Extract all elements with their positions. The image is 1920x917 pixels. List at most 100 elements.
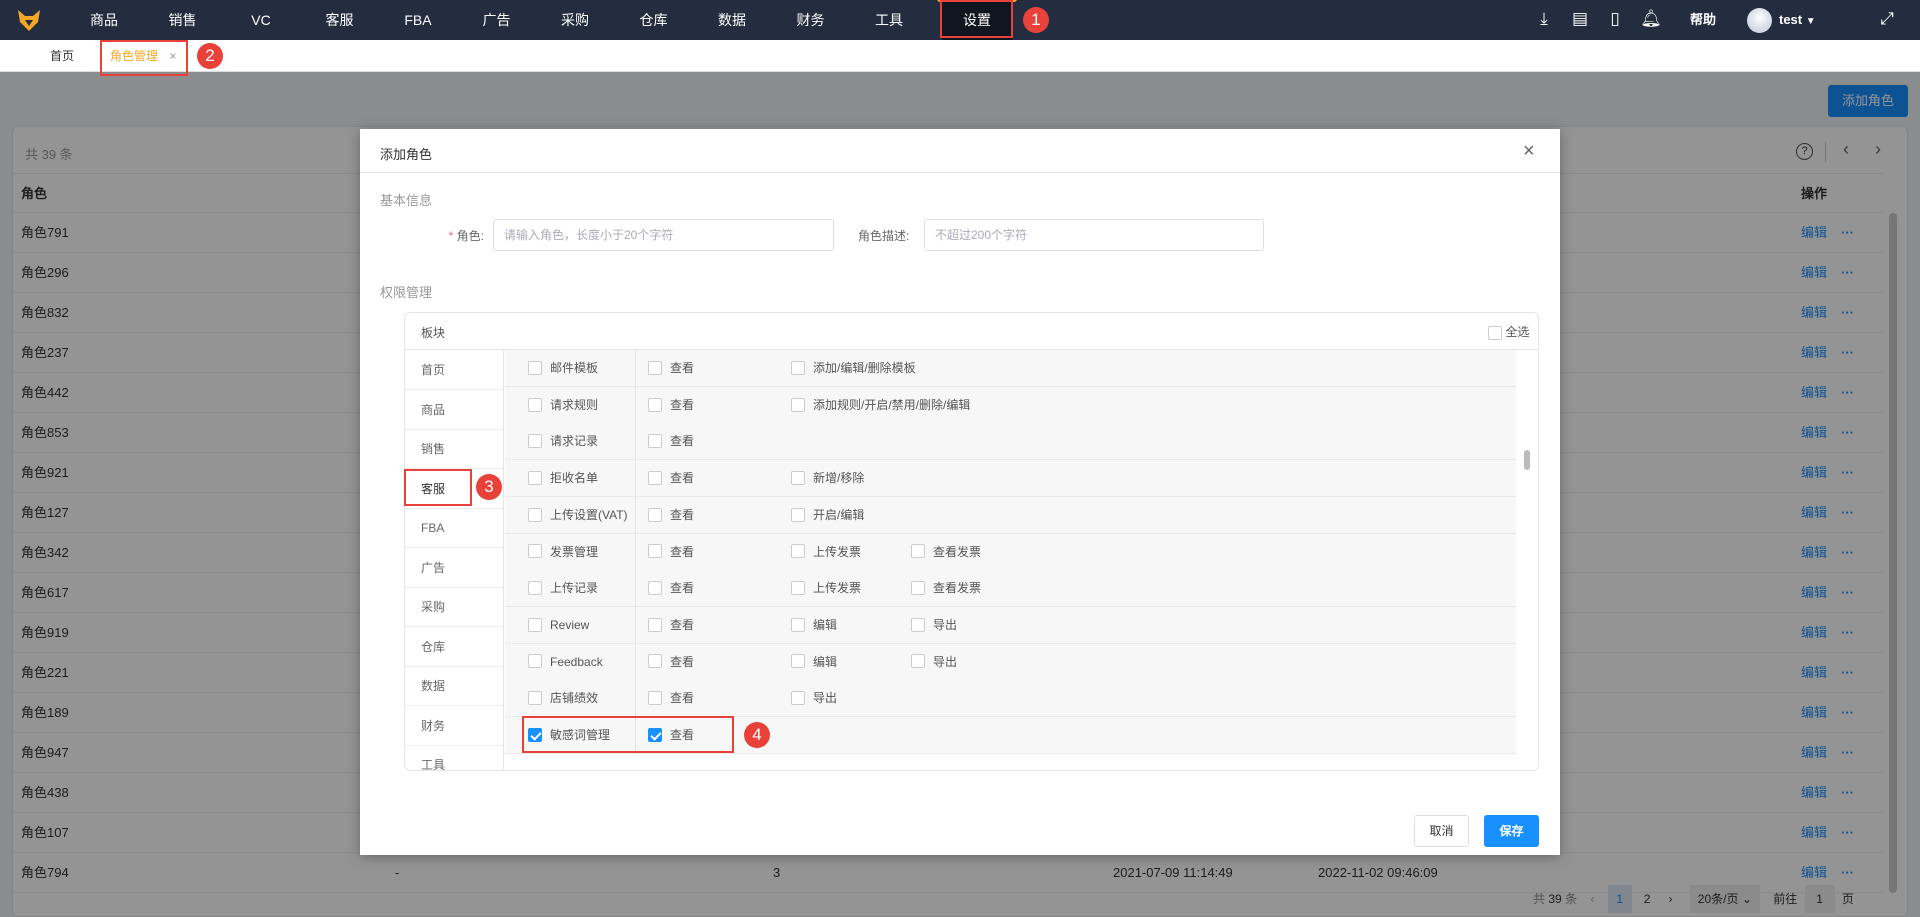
- checkbox[interactable]: [528, 470, 542, 485]
- module-item[interactable]: 首页: [405, 350, 503, 390]
- select-all-checkbox[interactable]: 全选: [1488, 323, 1529, 340]
- permission-op[interactable]: 新增/移除: [791, 460, 864, 497]
- mobile-icon[interactable]: ▯: [1604, 8, 1626, 30]
- help-link[interactable]: 帮助: [1690, 0, 1716, 40]
- module-item[interactable]: 采购: [405, 587, 503, 627]
- permission-item[interactable]: 邮件模板: [528, 350, 598, 387]
- module-item[interactable]: FBA: [405, 508, 503, 548]
- checkbox[interactable]: [648, 397, 662, 412]
- permission-item[interactable]: 店铺绩效: [528, 680, 598, 717]
- permission-scrollbar[interactable]: [1516, 350, 1538, 770]
- checkbox[interactable]: [528, 434, 542, 449]
- checkbox[interactable]: [911, 581, 925, 596]
- fullscreen-icon[interactable]: ⤢: [1876, 8, 1898, 30]
- checkbox[interactable]: [528, 691, 542, 706]
- nav-item[interactable]: 客服: [305, 0, 375, 40]
- permission-item[interactable]: 发票管理: [528, 534, 598, 571]
- permission-item[interactable]: Review: [528, 607, 589, 644]
- checkbox[interactable]: [528, 544, 542, 559]
- permission-item[interactable]: 请求记录: [528, 423, 598, 460]
- permission-item[interactable]: Feedback: [528, 644, 603, 681]
- cancel-button[interactable]: 取消: [1414, 815, 1469, 847]
- nav-item[interactable]: 数据: [697, 0, 767, 40]
- checkbox[interactable]: [791, 581, 805, 596]
- user-menu[interactable]: test ▼: [1779, 0, 1816, 42]
- checkbox[interactable]: [911, 617, 925, 632]
- checkbox[interactable]: [648, 581, 662, 596]
- download-icon[interactable]: ⤓: [1533, 8, 1555, 30]
- scrollbar-thumb[interactable]: [1524, 450, 1530, 470]
- avatar[interactable]: [1747, 8, 1772, 33]
- checkbox[interactable]: [648, 544, 662, 559]
- checkbox[interactable]: [911, 654, 925, 669]
- checkbox[interactable]: [791, 544, 805, 559]
- checkbox[interactable]: [1488, 325, 1502, 340]
- checkbox[interactable]: [791, 654, 805, 669]
- permission-op[interactable]: 编辑: [791, 644, 837, 681]
- permission-op[interactable]: 导出: [911, 644, 957, 681]
- nav-item[interactable]: 销售: [148, 0, 218, 40]
- nav-item[interactable]: 采购: [540, 0, 610, 40]
- checkbox[interactable]: [791, 691, 805, 706]
- checkbox[interactable]: [791, 617, 805, 632]
- nav-item[interactable]: VC: [226, 0, 296, 40]
- permission-op[interactable]: 查看发票: [911, 570, 981, 607]
- permission-op[interactable]: 查看: [648, 387, 694, 424]
- save-button[interactable]: 保存: [1484, 815, 1539, 847]
- checkbox[interactable]: [528, 581, 542, 596]
- permission-op[interactable]: 编辑: [791, 607, 837, 644]
- checkbox[interactable]: [648, 360, 662, 375]
- permission-op[interactable]: 查看发票: [911, 534, 981, 571]
- permission-op[interactable]: 上传发票: [791, 534, 861, 571]
- permission-item[interactable]: 拒收名单: [528, 460, 598, 497]
- permission-item[interactable]: 上传记录: [528, 570, 598, 607]
- logo-icon[interactable]: [16, 7, 42, 33]
- permission-op[interactable]: 查看: [648, 423, 694, 460]
- permission-op[interactable]: 添加/编辑/删除模板: [791, 350, 916, 387]
- nav-item[interactable]: 工具: [854, 0, 924, 40]
- task-list-icon[interactable]: ▤: [1569, 8, 1591, 30]
- permission-op[interactable]: 查看: [648, 534, 694, 571]
- checkbox[interactable]: [791, 470, 805, 485]
- close-icon[interactable]: ×: [1523, 140, 1535, 163]
- permission-op[interactable]: 查看: [648, 570, 694, 607]
- permission-item[interactable]: 上传设置(VAT): [528, 497, 628, 534]
- permission-op[interactable]: 查看: [648, 644, 694, 681]
- nav-item[interactable]: 仓库: [619, 0, 689, 40]
- checkbox[interactable]: [528, 617, 542, 632]
- permission-op[interactable]: 查看: [648, 460, 694, 497]
- checkbox[interactable]: [528, 507, 542, 522]
- checkbox[interactable]: [911, 544, 925, 559]
- permission-op[interactable]: 导出: [791, 680, 837, 717]
- permission-op[interactable]: 添加规则/开启/禁用/删除/编辑: [791, 387, 970, 424]
- nav-item[interactable]: 广告: [462, 0, 532, 40]
- nav-item[interactable]: 财务: [776, 0, 846, 40]
- checkbox[interactable]: [791, 397, 805, 412]
- checkbox[interactable]: [648, 654, 662, 669]
- module-item[interactable]: 广告: [405, 548, 503, 588]
- module-item[interactable]: 销售: [405, 429, 503, 469]
- permission-op[interactable]: 查看: [648, 607, 694, 644]
- module-item[interactable]: 仓库: [405, 627, 503, 667]
- permission-op[interactable]: 查看: [648, 497, 694, 534]
- role-input[interactable]: [493, 219, 834, 251]
- checkbox[interactable]: [648, 434, 662, 449]
- checkbox[interactable]: [648, 507, 662, 522]
- checkbox[interactable]: [648, 470, 662, 485]
- module-item[interactable]: 数据: [405, 666, 503, 706]
- checkbox[interactable]: [648, 617, 662, 632]
- permission-op[interactable]: 查看: [648, 350, 694, 387]
- permission-op[interactable]: 导出: [911, 607, 957, 644]
- permission-op[interactable]: 上传发票: [791, 570, 861, 607]
- checkbox[interactable]: [791, 507, 805, 522]
- permission-op[interactable]: 查看: [648, 680, 694, 717]
- description-input[interactable]: [924, 219, 1264, 251]
- module-item[interactable]: 财务: [405, 706, 503, 746]
- module-item[interactable]: 工具: [405, 745, 503, 770]
- checkbox[interactable]: [648, 691, 662, 706]
- tab-home[interactable]: 首页: [50, 40, 74, 72]
- permission-op[interactable]: 开启/编辑: [791, 497, 864, 534]
- checkbox[interactable]: [528, 360, 542, 375]
- bell-icon[interactable]: 🔔︎: [1640, 8, 1662, 30]
- module-item[interactable]: 商品: [405, 390, 503, 430]
